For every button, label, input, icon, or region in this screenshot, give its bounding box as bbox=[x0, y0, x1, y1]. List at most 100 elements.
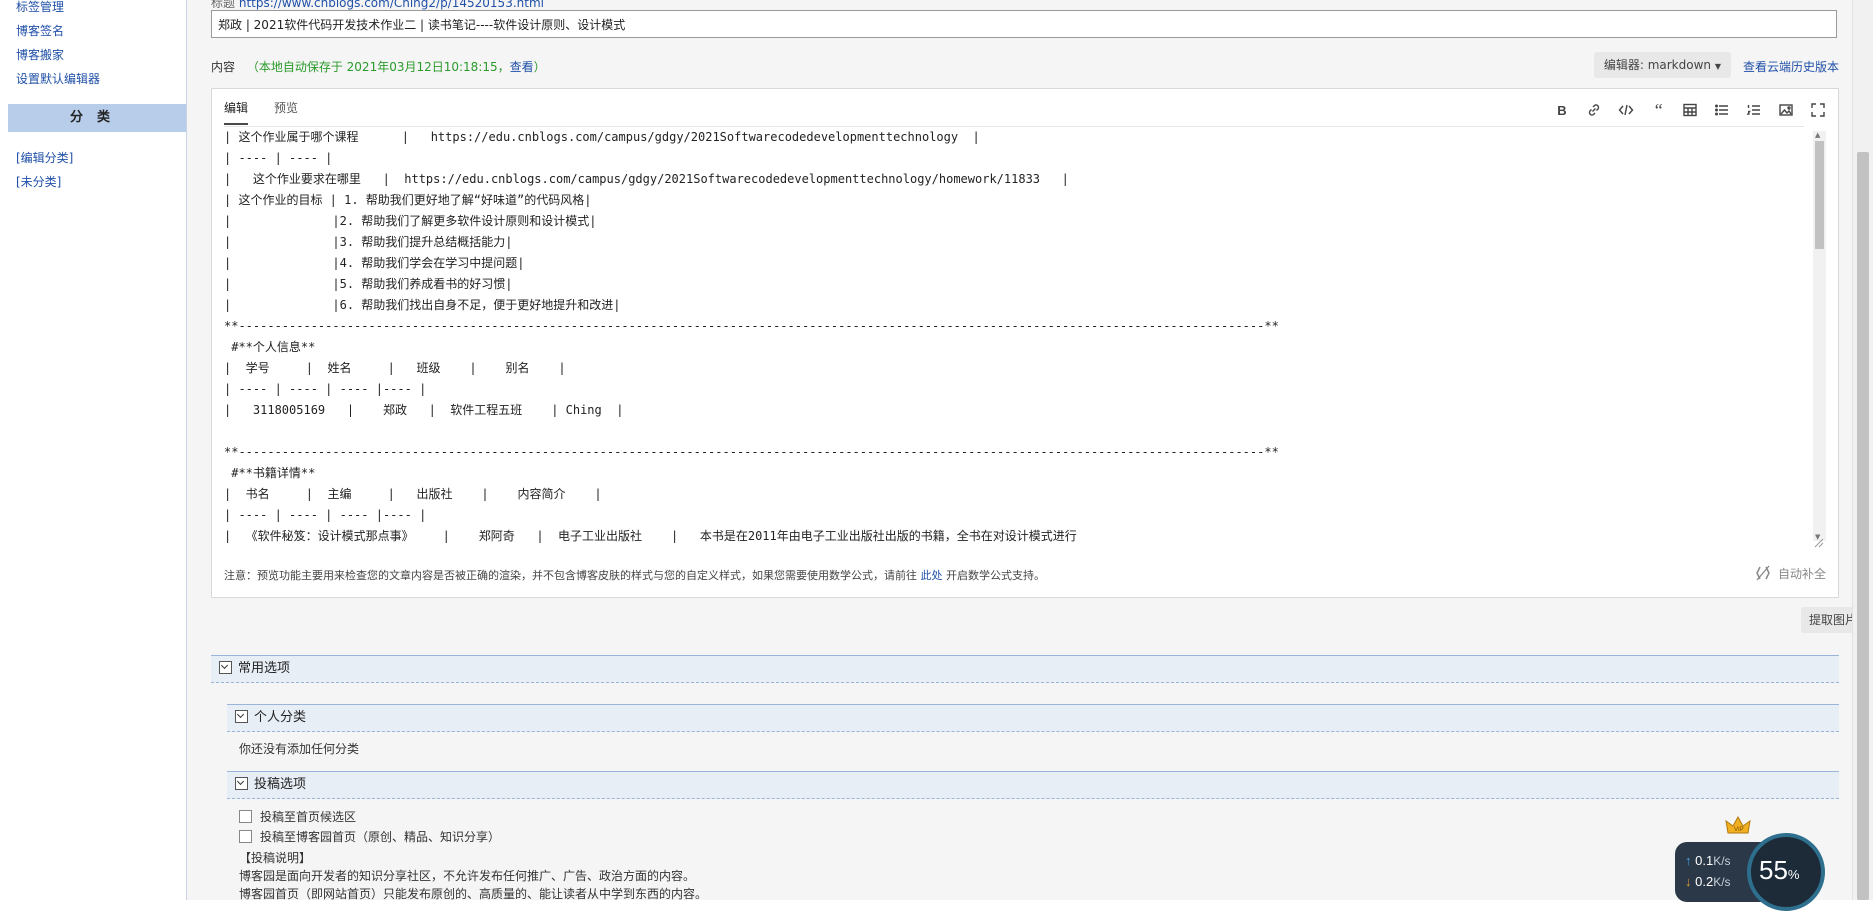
autosave-text: （本地自动保存于 2021年03月12日10:18:15， bbox=[246, 60, 510, 74]
collapse-toggle-icon[interactable] bbox=[235, 710, 248, 723]
network-speed-widget[interactable]: VIP ↑ 0.1K/s ↓ 0.2K/s 55% bbox=[1675, 815, 1825, 911]
autosave-view-link[interactable]: 查看 bbox=[510, 60, 534, 74]
editor-line: | 学号 | 姓名 | 班级 | 别名 | bbox=[224, 361, 566, 375]
memory-usage-percent: 55% bbox=[1759, 855, 1799, 886]
editor-select-label: 编辑器: markdown bbox=[1603, 58, 1712, 72]
section-personal-category[interactable]: 个人分类 bbox=[227, 704, 1839, 732]
autopair-off-icon bbox=[1756, 565, 1770, 581]
preview-note: 注意：预览功能主要用来检查您的文章内容是否被正确的渲染，并不包含博客皮肤的样式与… bbox=[224, 567, 1045, 583]
caret-down-icon: ▼ bbox=[1714, 62, 1721, 71]
scroll-up-arrow-icon[interactable]: ▲ bbox=[1815, 131, 1820, 139]
note-tail: 开启数学公式支持。 bbox=[946, 569, 1045, 582]
checkbox[interactable] bbox=[239, 830, 252, 843]
unordered-list-icon[interactable] bbox=[1712, 100, 1732, 120]
upload-value: 0.1 bbox=[1695, 853, 1714, 868]
svg-text:VIP: VIP bbox=[1734, 827, 1744, 833]
editor-line: | ---- | ---- | ---- |---- | bbox=[224, 508, 427, 522]
editor-line: | 3118005169 | 郑政 | 软件工程五班 | Ching | bbox=[224, 403, 624, 417]
autopair-toggle[interactable]: 自动补全 bbox=[1754, 564, 1826, 582]
note-text: 注意：预览功能主要用来检查您的文章内容是否被正确的渲染，并不包含博客皮肤的样式与… bbox=[224, 569, 917, 582]
submit-homepage-checkbox-row[interactable]: 投稿至博客园首页（原创、精品、知识分享） bbox=[239, 828, 500, 845]
editor-line: | |6. 帮助我们找出自身不足，便于更好地提升和改进| bbox=[224, 298, 621, 312]
main-content: 标题 https://www.cnblogs.com/Ching2/p/1452… bbox=[187, 0, 1873, 901]
post-url-link[interactable]: https://www.cnblogs.com/Ching2/p/1452015… bbox=[239, 0, 544, 10]
edit-category-link[interactable]: [编辑分类] bbox=[16, 147, 73, 171]
editor-line: #**个人信息** bbox=[224, 340, 316, 354]
section-submit-options[interactable]: 投稿选项 bbox=[227, 771, 1839, 799]
editor-line: | 这个作业的目标 | 1. 帮助我们更好地了解“好味道”的代码风格| bbox=[224, 193, 592, 207]
editor-select[interactable]: 编辑器: markdown ▼ bbox=[1593, 52, 1731, 78]
editor-textarea[interactable]: | 这个作业属于哪个课程 | https://edu.cnblogs.com/c… bbox=[224, 126, 1804, 547]
editor-line: | |3. 帮助我们提升总结概括能力| bbox=[224, 235, 513, 249]
autosave-close: ） bbox=[533, 60, 546, 74]
upload-unit: K/s bbox=[1713, 854, 1731, 868]
editor-scrollbar-thumb[interactable] bbox=[1815, 141, 1824, 249]
page-scrollbar[interactable] bbox=[1852, 0, 1873, 900]
resize-grip-icon[interactable] bbox=[1814, 538, 1824, 548]
uncategorized-link[interactable]: [未分类] bbox=[16, 171, 73, 195]
page-scrollbar-thumb[interactable] bbox=[1857, 152, 1869, 900]
content-label: 内容 bbox=[211, 60, 236, 74]
collapse-toggle-icon[interactable] bbox=[219, 661, 232, 674]
table-icon[interactable] bbox=[1680, 100, 1700, 120]
editor-line: | 这个作业属于哪个课程 | https://edu.cnblogs.com/c… bbox=[224, 130, 980, 144]
submit-note-line: 博客园首页（即网站首页）只能发布原创的、高质量的、能让读者从中学到东西的内容。 bbox=[239, 887, 708, 901]
submit-note-title: 【投稿说明】 bbox=[239, 851, 312, 865]
submit-candidate-checkbox-row[interactable]: 投稿至首页候选区 bbox=[239, 808, 356, 825]
checkbox-label: 投稿至首页候选区 bbox=[260, 810, 357, 824]
vip-crown-icon: VIP bbox=[1725, 815, 1751, 834]
quote-icon[interactable]: “ bbox=[1648, 100, 1668, 120]
category-header: 分类 bbox=[8, 104, 186, 132]
editor-line: **--------------------------------------… bbox=[224, 445, 1279, 459]
sidebar-link-tags[interactable]: 标签管理 bbox=[16, 0, 100, 20]
editor-line: | |2. 帮助我们了解更多软件设计原则和设计模式| bbox=[224, 214, 597, 228]
sidebar-link-default-editor[interactable]: 设置默认编辑器 bbox=[16, 68, 100, 92]
ordered-list-icon[interactable] bbox=[1744, 100, 1764, 120]
editor-scrollbar[interactable]: ▲ ▼ bbox=[1813, 131, 1826, 541]
image-icon[interactable] bbox=[1776, 100, 1796, 120]
section-common-options[interactable]: 常用选项 bbox=[211, 655, 1839, 683]
download-value: 0.2 bbox=[1695, 874, 1714, 889]
markdown-editor: 编辑 预览 B “ | 这个作业属于哪个课程 | https://edu.cnb… bbox=[211, 88, 1839, 598]
sidebar-links: 标签管理 博客签名 博客搬家 设置默认编辑器 bbox=[0, 0, 100, 92]
sidebar: 标签管理 博客签名 博客搬家 设置默认编辑器 分类 [编辑分类] [未分类] bbox=[0, 0, 187, 900]
section-title: 个人分类 bbox=[254, 710, 307, 725]
download-arrow-icon: ↓ bbox=[1685, 874, 1692, 889]
collapse-toggle-icon[interactable] bbox=[235, 777, 248, 790]
editor-line: | 这个作业要求在哪里 | https://edu.cnblogs.com/ca… bbox=[224, 172, 1069, 186]
percent-sign: % bbox=[1787, 867, 1800, 882]
autopair-label: 自动补全 bbox=[1777, 566, 1826, 581]
fullscreen-icon[interactable] bbox=[1808, 100, 1828, 120]
cloud-history-link[interactable]: 查看云端历史版本 bbox=[1743, 58, 1839, 75]
autosave-status: （本地自动保存于 2021年03月12日10:18:15，查看） bbox=[247, 60, 546, 74]
sidebar-link-signature[interactable]: 博客签名 bbox=[16, 20, 100, 44]
percent-value: 55 bbox=[1759, 855, 1788, 885]
math-settings-link[interactable]: 此处 bbox=[921, 569, 943, 582]
checkbox-label: 投稿至博客园首页（原创、精品、知识分享） bbox=[260, 830, 501, 844]
editor-line: | |5. 帮助我们养成看书的好习惯| bbox=[224, 277, 513, 291]
editor-line: | ---- | ---- | bbox=[224, 151, 333, 165]
download-speed: ↓ 0.2K/s bbox=[1685, 874, 1731, 889]
section-title: 常用选项 bbox=[238, 661, 291, 676]
no-category-text: 你还没有添加任何分类 bbox=[239, 742, 360, 756]
editor-line: | 书名 | 主编 | 出版社 | 内容简介 | bbox=[224, 487, 602, 501]
tab-edit[interactable]: 编辑 bbox=[224, 99, 249, 125]
editor-line: #**书籍详情** bbox=[224, 466, 316, 480]
download-unit: K/s bbox=[1713, 875, 1731, 889]
title-input[interactable]: 郑政 | 2021软件代码开发技术作业二 | 读书笔记----软件设计原则、设计… bbox=[211, 10, 1837, 38]
editor-line: | |4. 帮助我们学会在学习中提问题| bbox=[224, 256, 525, 270]
category-links: [编辑分类] [未分类] bbox=[16, 147, 73, 195]
link-icon[interactable] bbox=[1584, 100, 1604, 120]
code-icon[interactable] bbox=[1616, 100, 1636, 120]
submit-note-line: 博客园是面向开发者的知识分享社区，不允许发布任何推广、广告、政治方面的内容。 bbox=[239, 869, 696, 883]
editor-line: | 《软件秘笈：设计模式那点事》 | 郑阿奇 | 电子工业出版社 | 本书是在2… bbox=[224, 529, 1077, 543]
title-label: 标题 bbox=[211, 0, 236, 10]
bold-icon[interactable]: B bbox=[1552, 100, 1572, 120]
editor-toolbar: B “ bbox=[1552, 100, 1828, 120]
sidebar-link-migrate[interactable]: 博客搬家 bbox=[16, 44, 100, 68]
section-title: 投稿选项 bbox=[254, 777, 307, 792]
content-row: 内容 （本地自动保存于 2021年03月12日10:18:15，查看） 编辑器:… bbox=[211, 52, 1839, 78]
tab-preview[interactable]: 预览 bbox=[274, 99, 298, 123]
checkbox[interactable] bbox=[239, 810, 252, 823]
